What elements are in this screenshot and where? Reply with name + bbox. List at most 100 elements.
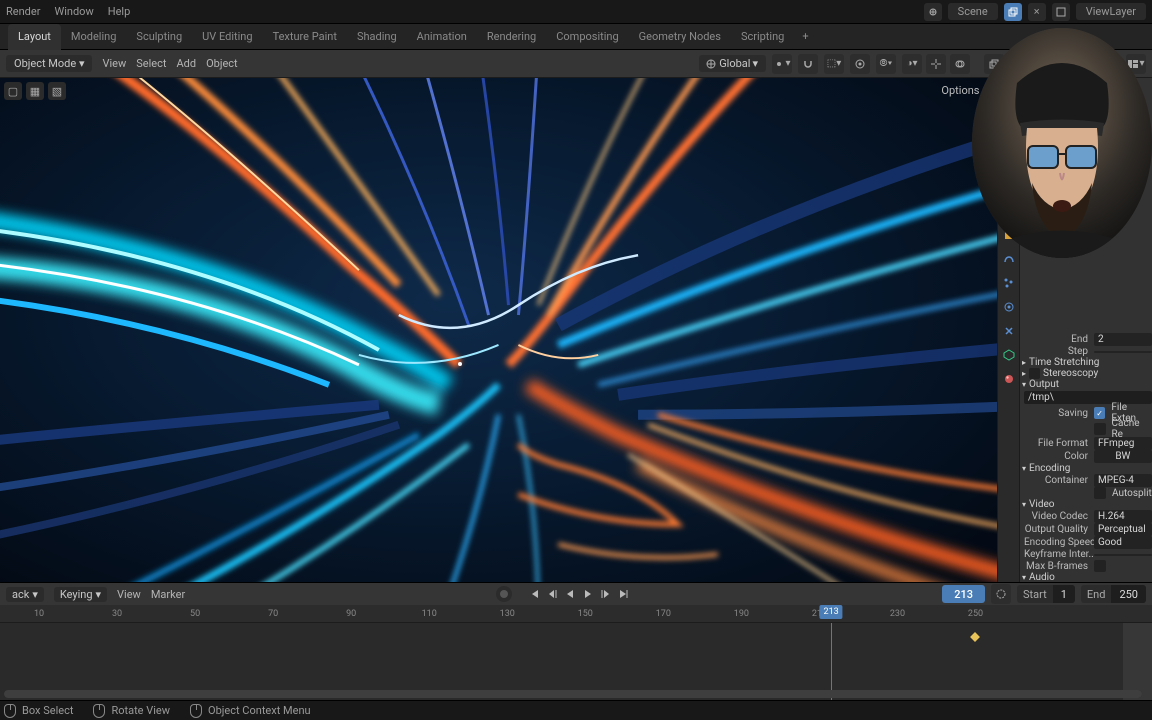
snap-toggle[interactable] [798,54,818,74]
start-frame-field[interactable]: Start1 [1017,585,1075,603]
frame-step-field[interactable] [1094,351,1152,353]
proportional-edit-toggle[interactable] [850,54,870,74]
max-bframes-checkbox[interactable] [1094,560,1106,572]
proportional-edit-dropdown[interactable]: ⦾▾ [876,54,896,74]
tool-icon-1[interactable]: ▢ [4,82,22,100]
current-frame-field[interactable]: 213 [942,585,985,603]
scene-new-button[interactable] [1004,3,1022,21]
viewport-menu-object[interactable]: Object [206,57,238,70]
panel-encoding[interactable]: ▾Encoding [1020,463,1152,474]
workspace-tab-shading[interactable]: Shading [347,24,407,50]
keyframe-interval-field[interactable] [1094,554,1152,556]
play-reverse-button[interactable] [562,586,578,602]
panel-video[interactable]: ▾Video [1020,499,1152,510]
playhead-marker[interactable]: 213 [820,605,843,619]
menu-window[interactable]: Window [54,5,93,18]
properties-tab-data[interactable] [998,344,1020,366]
timeline-tick: 10 [34,605,44,622]
properties-tab-physics[interactable] [998,296,1020,318]
globe-icon [705,58,717,70]
viewport-menu-add[interactable]: Add [177,57,197,70]
end-frame-field[interactable]: End250 [1081,585,1146,603]
menu-render[interactable]: Render [6,5,40,18]
timeline-tracks[interactable] [0,623,1152,700]
workspace-tab-sculpting[interactable]: Sculpting [126,24,192,50]
properties-tab-modifier[interactable] [998,248,1020,270]
use-preview-range-toggle[interactable] [991,584,1011,604]
workspace-tab-uvediting[interactable]: UV Editing [192,24,262,50]
status-rotate-view: Rotate View [111,704,170,717]
frame-end-field[interactable]: 2 [1094,333,1152,346]
cache-result-checkbox[interactable] [1094,423,1106,435]
auto-keyframe-toggle[interactable] [496,586,512,602]
viewport-menu-select[interactable]: Select [136,57,166,70]
webcam-overlay [972,28,1152,258]
properties-tab-material[interactable] [998,368,1020,390]
stereoscopy-checkbox[interactable] [1029,368,1040,379]
workspace-tab-scripting[interactable]: Scripting [731,24,794,50]
timeline-scrollbar[interactable] [4,690,1142,698]
panel-output[interactable]: ▾Output [1020,379,1152,390]
tool-icon-2[interactable]: ▦ [26,82,44,100]
encoding-speed-dropdown[interactable]: Good [1094,536,1152,549]
viewport-header: Object Mode ▾ View Select Add Object Glo… [0,50,1152,78]
workspace-add-button[interactable]: + [794,30,816,43]
timeline-tick: 230 [890,605,905,622]
scene-delete-button[interactable]: × [1028,3,1046,21]
keying-dropdown[interactable]: Keying ▾ [54,587,107,602]
workspace-tab-rendering[interactable]: Rendering [477,24,546,50]
video-codec-dropdown[interactable]: H.264 [1094,510,1152,523]
workspace-tabs-bar: Layout Modeling Sculpting UV Editing Tex… [0,24,1152,50]
workspace-tab-geometrynodes[interactable]: Geometry Nodes [629,24,731,50]
properties-tab-constraints[interactable] [998,320,1020,342]
viewlayer-name-field[interactable]: ViewLayer [1076,3,1146,20]
3d-viewport[interactable]: ▢ ▦ ▧ Options ▾ [0,78,997,582]
jump-keyframe-forward-button[interactable] [598,586,614,602]
file-format-label: File Format [1024,438,1094,449]
properties-tab-particles[interactable] [998,272,1020,294]
workspace-tab-texturepaint[interactable]: Texture Paint [263,24,347,50]
interaction-mode-dropdown[interactable]: Object Mode ▾ [6,55,92,72]
timeline-menu-view[interactable]: View [117,588,141,601]
play-button[interactable] [580,586,596,602]
status-context-menu: Object Context Menu [208,704,311,717]
pivot-point-dropdown[interactable]: ▾ [772,54,792,74]
scene-browse-icon[interactable] [924,3,942,21]
jump-to-end-button[interactable] [616,586,632,602]
timeline-ruler[interactable]: 213 1030507090110130150170190210230250 [0,605,1152,623]
max-bframes-label: Max B-frames [1024,561,1094,572]
output-quality-dropdown[interactable]: Perceptual [1094,523,1152,536]
timeline-scroll-thumb[interactable] [4,690,1142,698]
color-mode-bw-button[interactable]: BW [1094,450,1152,463]
timeline-menu-marker[interactable]: Marker [151,588,185,601]
tool-icon-3[interactable]: ▧ [48,82,66,100]
container-dropdown[interactable]: MPEG-4 [1094,474,1152,487]
video-codec-label: Video Codec [1024,511,1094,522]
workspace-tab-layout[interactable]: Layout [8,24,61,50]
timeline-tick: 170 [656,605,671,622]
overlays-toggle[interactable] [950,54,970,74]
playback-dropdown[interactable]: ack ▾ [6,587,44,602]
panel-time-stretching[interactable]: ▸Time Stretching [1020,357,1152,368]
mouse-cursor-indicator [458,362,462,366]
keyframe-diamond[interactable] [971,632,981,642]
workspace-tab-compositing[interactable]: Compositing [546,24,628,50]
transform-orientation-dropdown[interactable]: Global ▾ [699,55,766,72]
workspace-tab-animation[interactable]: Animation [407,24,477,50]
autosplit-checkbox[interactable] [1094,487,1106,499]
timeline-tick: 150 [578,605,593,622]
chevron-down-icon: ▾ [79,57,85,70]
workspace-tab-modeling[interactable]: Modeling [61,24,127,50]
viewport-menu-view[interactable]: View [102,57,126,70]
viewlayer-browse-icon[interactable] [1052,3,1070,21]
visibility-dropdown[interactable]: ◑▾ [902,54,922,74]
panel-stereoscopy[interactable]: ▸Stereoscopy [1020,368,1152,379]
mouse-left-icon [4,704,16,718]
menu-help[interactable]: Help [108,5,131,18]
snap-dropdown[interactable]: ⬚▾ [824,54,844,74]
jump-to-start-button[interactable] [526,586,542,602]
gizmo-toggle[interactable] [926,54,946,74]
jump-keyframe-back-button[interactable] [544,586,560,602]
file-format-dropdown[interactable]: FFmpeg [1094,437,1152,450]
scene-name-field[interactable]: Scene [948,3,998,20]
